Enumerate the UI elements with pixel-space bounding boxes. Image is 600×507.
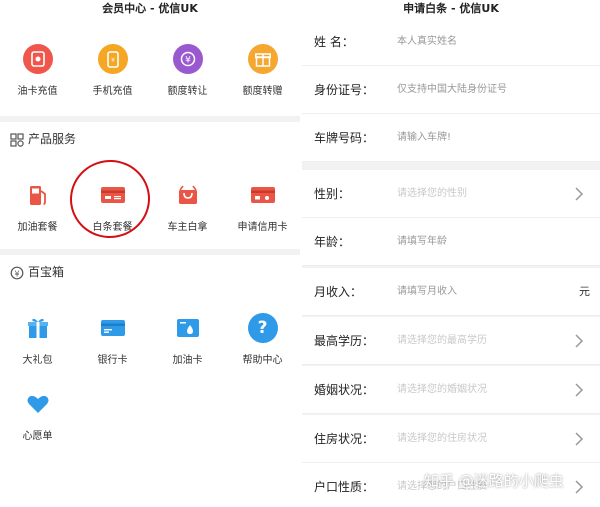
marital-field[interactable]: 婚姻状况： 请选择您的婚姻状况: [302, 366, 600, 414]
products-header: 产品服务: [10, 130, 76, 147]
gift-pack-button[interactable]: 大礼包: [0, 313, 75, 366]
help-icon: ?: [247, 313, 278, 343]
name-input[interactable]: 本人真实姓名: [397, 18, 457, 66]
wishlist-label: 心愿单: [22, 431, 53, 442]
apply-credit-card-button[interactable]: 申请信用卡: [225, 180, 300, 233]
gift-box-icon: [247, 44, 278, 74]
plate-number-field[interactable]: 车牌号码： 请输入车牌!: [302, 114, 600, 162]
credit-card-icon: [98, 180, 128, 210]
gift-icon: [23, 313, 53, 343]
products-card: 产品服务 加油套餐 白条套餐 车主白拿 申请信用卡: [0, 122, 300, 249]
owner-freebie-button[interactable]: 车主白拿: [150, 180, 225, 233]
phone-recharge-icon: ¥: [97, 44, 128, 74]
chevron-right-icon: [575, 383, 584, 397]
marital-label: 婚姻状况：: [314, 383, 375, 397]
treasure-box-card: ¥ 百宝箱 大礼包 银行卡 加油卡 ? 帮助中心 心愿单: [0, 255, 300, 507]
wishlist-button[interactable]: 心愿单: [0, 389, 75, 442]
housing-field[interactable]: 住房状况： 请选择您的住房状况: [302, 415, 600, 463]
treasure-title: 百宝箱: [28, 265, 65, 279]
svg-text:¥: ¥: [14, 269, 19, 278]
gender-select[interactable]: 请选择您的性别: [397, 170, 467, 218]
phone-recharge-button[interactable]: ¥ 手机充值: [75, 44, 150, 97]
gift-pack-label: 大礼包: [22, 355, 53, 366]
age-label: 年龄：: [314, 235, 351, 249]
grid-icon: [10, 132, 24, 147]
phone-recharge-label: 手机充值: [92, 86, 133, 97]
education-field[interactable]: 最高学历： 请选择您的最高学历: [302, 317, 600, 365]
education-select[interactable]: 请选择您的最高学历: [397, 317, 487, 365]
chevron-right-icon: [575, 432, 584, 446]
id-number-input[interactable]: 仅支持中国大陆身份证号: [397, 66, 507, 114]
shopping-bag-icon: [173, 180, 203, 210]
age-input[interactable]: 请填写年龄: [397, 218, 447, 266]
left-title: 会员中心 - 优信UK: [0, 0, 300, 18]
fuel-pump-icon: [23, 180, 53, 210]
age-field[interactable]: 年龄： 请填写年龄: [302, 218, 600, 266]
name-label: 姓 名：: [314, 35, 354, 49]
name-field[interactable]: 姓 名： 本人真实姓名: [302, 18, 600, 66]
right-title: 申请白条 - 优信UK: [302, 0, 600, 18]
quick-actions-card: 油卡充值 ¥ 手机充值 ¥ 额度转让 额度转赠: [0, 18, 300, 116]
help-center-button[interactable]: ? 帮助中心: [225, 313, 300, 366]
credit-transfer-label: 额度转让: [167, 86, 208, 97]
svg-text:¥: ¥: [111, 57, 115, 64]
treasure-header: ¥ 百宝箱: [10, 263, 64, 280]
apply-ious-panel: 申请白条 - 优信UK 姓 名： 本人真实姓名 身份证号： 仅支持中国大陆身份证…: [302, 0, 600, 507]
heart-icon: [23, 389, 53, 419]
income-unit: 元: [579, 285, 590, 298]
fuel-card-label: 加油卡: [172, 355, 203, 366]
fuel-card-icon: [22, 44, 53, 74]
credit-transfer-button[interactable]: ¥ 额度转让: [150, 44, 225, 97]
fuel-card-recharge-button[interactable]: 油卡充值: [0, 44, 75, 97]
fuel-package-button[interactable]: 加油套餐: [0, 180, 75, 233]
education-label: 最高学历：: [314, 334, 375, 348]
ious-package-button[interactable]: 白条套餐: [75, 180, 150, 233]
zhihu-watermark: 知乎 @迷路的小爬虫: [424, 472, 564, 490]
housing-select[interactable]: 请选择您的住房状况: [397, 415, 487, 463]
apply-credit-card-label: 申请信用卡: [237, 222, 288, 233]
hukou-label: 户口性质：: [314, 480, 375, 494]
coin-icon: ¥: [10, 265, 24, 279]
credit-gift-button[interactable]: 额度转赠: [225, 44, 300, 97]
marital-select[interactable]: 请选择您的婚姻状况: [397, 366, 487, 414]
help-center-label: 帮助中心: [242, 355, 283, 366]
id-number-label: 身份证号：: [314, 83, 375, 97]
bank-card-label: 银行卡: [97, 355, 128, 366]
bank-card-icon: [248, 180, 278, 210]
chevron-right-icon: [575, 187, 584, 201]
fuel-card-button[interactable]: 加油卡: [150, 313, 225, 366]
bank-card-button[interactable]: 银行卡: [75, 313, 150, 366]
gender-field[interactable]: 性别： 请选择您的性别: [302, 170, 600, 218]
chevron-right-icon: [575, 334, 584, 348]
gender-label: 性别：: [314, 187, 351, 201]
id-number-field[interactable]: 身份证号： 仅支持中国大陆身份证号: [302, 66, 600, 114]
income-field[interactable]: 月收入： 请填写月收入 元: [302, 268, 600, 316]
fuel-card-recharge-label: 油卡充值: [17, 86, 58, 97]
fuel-drop-card-icon: [173, 313, 203, 343]
svg-text:¥: ¥: [185, 56, 191, 66]
housing-label: 住房状况：: [314, 432, 375, 446]
owner-freebie-label: 车主白拿: [167, 222, 208, 233]
plate-number-label: 车牌号码：: [314, 131, 375, 145]
income-label: 月收入：: [314, 285, 363, 299]
fuel-package-label: 加油套餐: [17, 222, 58, 233]
income-input[interactable]: 请填写月收入: [397, 268, 457, 316]
chevron-right-icon: [575, 480, 584, 494]
products-title: 产品服务: [28, 132, 77, 146]
member-center-panel: 会员中心 - 优信UK 油卡充值 ¥ 手机充值 ¥ 额度转让 额度转赠 产品服务…: [0, 0, 300, 507]
credit-transfer-icon: ¥: [172, 44, 203, 74]
ious-package-label: 白条套餐: [92, 222, 133, 233]
credit-gift-label: 额度转赠: [242, 86, 283, 97]
plate-number-input[interactable]: 请输入车牌!: [397, 114, 451, 162]
bank-card-icon: [98, 313, 128, 343]
